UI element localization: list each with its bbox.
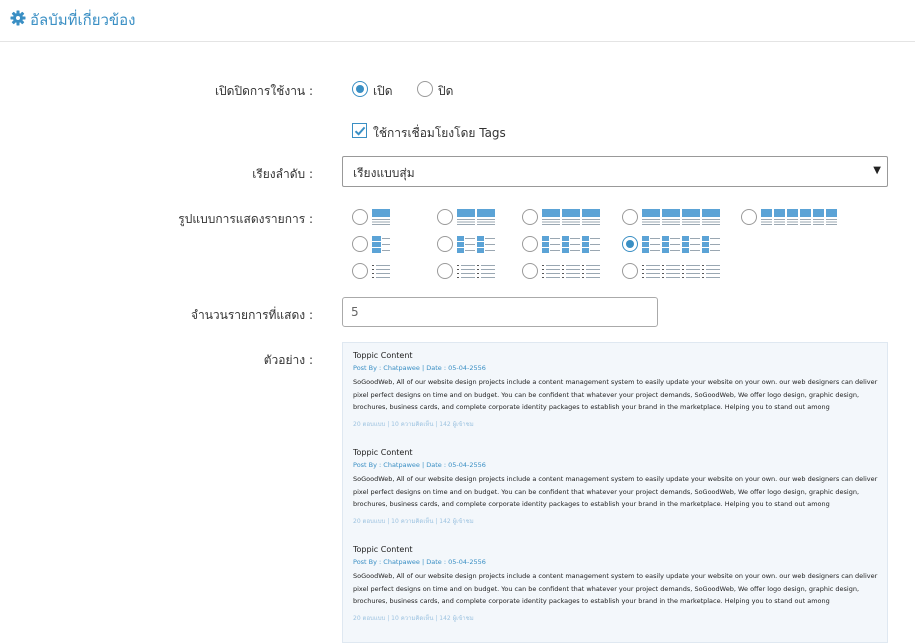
- post-title: Toppic Content: [353, 351, 413, 360]
- order-label: เรียงลำดับ :: [252, 167, 313, 181]
- order-select-value: เรียงแบบสุ่ม: [353, 166, 415, 180]
- layout-option-radio[interactable]: [622, 209, 638, 225]
- enable-label: เปิดปิดการใช้งาน :: [214, 84, 313, 98]
- layout-blocks-1-icon[interactable]: [372, 209, 390, 226]
- preview-label: ตัวอย่าง :: [263, 353, 313, 367]
- layout-option-radio[interactable]: [741, 209, 757, 225]
- layout-option-radio[interactable]: [437, 263, 453, 279]
- post-stats: 20 ตอบแบบ | 10 ความคิดเห็น | 142 ผู้เข้า…: [353, 518, 474, 525]
- layout-option-radio[interactable]: [522, 209, 538, 225]
- layout-option-radio[interactable]: [352, 263, 368, 279]
- enable-off-radio[interactable]: [417, 81, 433, 97]
- layout-blocks-4-icon[interactable]: [642, 209, 720, 226]
- layout-blocks-6-icon[interactable]: [761, 209, 837, 226]
- layout-thumblist-2-icon[interactable]: [457, 236, 495, 253]
- preview-post: Toppic Content Post By : Chatpawee | Dat…: [353, 448, 883, 526]
- caret-down-icon: ▼: [873, 165, 881, 176]
- layout-thumblist-3-icon[interactable]: [542, 236, 600, 253]
- preview-panel: Toppic Content Post By : Chatpawee | Dat…: [342, 342, 888, 643]
- layout-thumblist-1-icon[interactable]: [372, 236, 390, 253]
- enable-on-radio[interactable]: [352, 81, 368, 97]
- preview-post: Toppic Content Post By : Chatpawee | Dat…: [353, 351, 883, 429]
- enable-on-label[interactable]: เปิด: [373, 82, 393, 101]
- layout-blocks-3-icon[interactable]: [542, 209, 600, 226]
- layout-option-radio[interactable]: [352, 209, 368, 225]
- tags-label[interactable]: ใช้การเชื่อมโยงโดย Tags: [373, 124, 506, 143]
- check-icon: [354, 126, 366, 136]
- post-body: SoGoodWeb, All of our website design pro…: [353, 572, 878, 605]
- post-title: Toppic Content: [353, 545, 413, 554]
- layout-option-radio[interactable]: [622, 236, 638, 252]
- order-select[interactable]: เรียงแบบสุ่ม ▼: [342, 156, 888, 187]
- layout-label: รูปแบบการแสดงรายการ :: [178, 212, 313, 226]
- layout-option-radio[interactable]: [522, 263, 538, 279]
- post-meta: Post By : Chatpawee | Date : 05-04-2556: [353, 364, 486, 372]
- page-title: อัลบัมที่เกี่ยวข้อง: [30, 11, 136, 29]
- tags-checkbox[interactable]: [352, 123, 367, 138]
- count-label: จำนวนรายการที่แสดง :: [190, 308, 313, 322]
- gear-icon: [10, 10, 26, 26]
- layout-option-radio[interactable]: [352, 236, 368, 252]
- post-body: SoGoodWeb, All of our website design pro…: [353, 378, 878, 411]
- post-meta: Post By : Chatpawee | Date : 05-04-2556: [353, 558, 486, 566]
- enable-off-label[interactable]: ปิด: [438, 82, 453, 101]
- layout-lines-4-icon[interactable]: [642, 263, 720, 280]
- layout-lines-1-icon[interactable]: [372, 263, 390, 280]
- layout-blocks-2-icon[interactable]: [457, 209, 495, 226]
- post-stats: 20 ตอบแบบ | 10 ความคิดเห็น | 142 ผู้เข้า…: [353, 615, 474, 622]
- layout-thumblist-4-icon[interactable]: [642, 236, 720, 253]
- layout-lines-2-icon[interactable]: [457, 263, 495, 280]
- layout-option-radio[interactable]: [622, 263, 638, 279]
- preview-post: Toppic Content Post By : Chatpawee | Dat…: [353, 545, 883, 623]
- post-body: SoGoodWeb, All of our website design pro…: [353, 475, 878, 508]
- layout-option-radio[interactable]: [437, 209, 453, 225]
- post-meta: Post By : Chatpawee | Date : 05-04-2556: [353, 461, 486, 469]
- section-header: อัลบัมที่เกี่ยวข้อง: [0, 0, 915, 42]
- layout-option-radio[interactable]: [522, 236, 538, 252]
- count-input[interactable]: [342, 297, 658, 327]
- layout-option-radio[interactable]: [437, 236, 453, 252]
- post-title: Toppic Content: [353, 448, 413, 457]
- layout-lines-3-icon[interactable]: [542, 263, 600, 280]
- post-stats: 20 ตอบแบบ | 10 ความคิดเห็น | 142 ผู้เข้า…: [353, 421, 474, 428]
